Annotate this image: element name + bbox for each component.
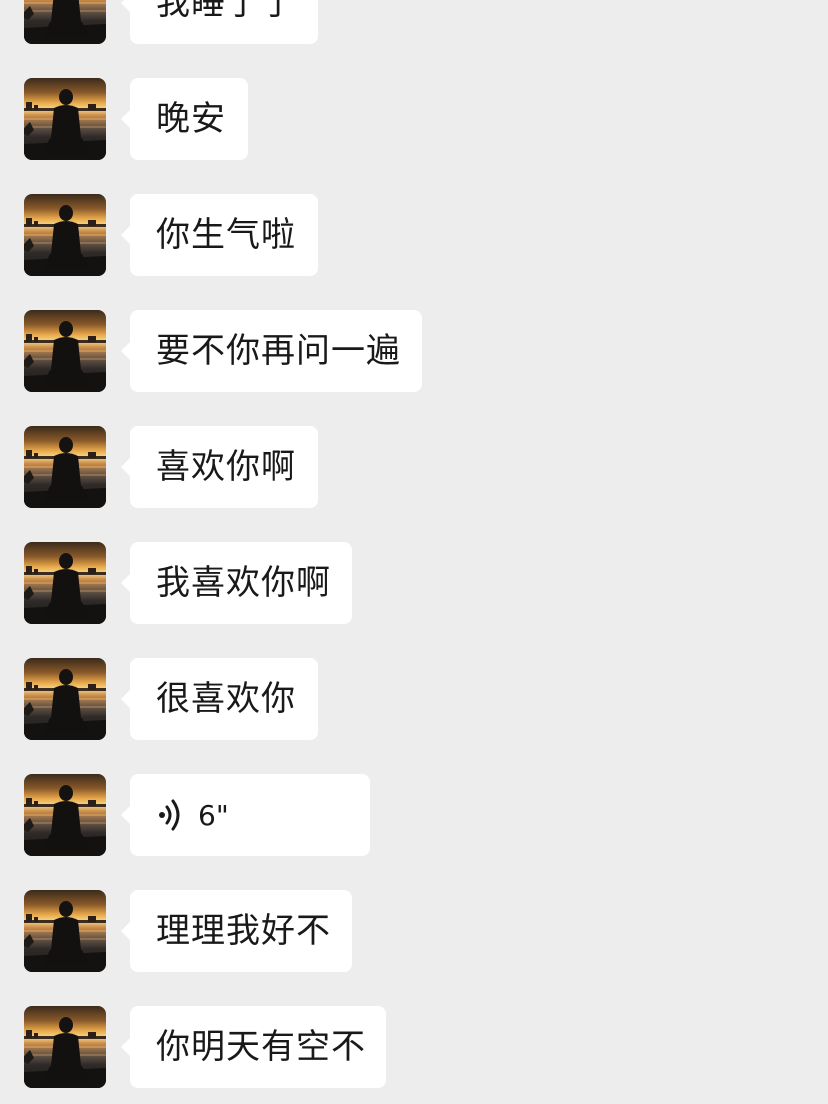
message-bubble[interactable]: 你明天有空不 <box>121 1006 386 1088</box>
avatar-image <box>24 194 106 276</box>
message-bubble[interactable]: 我睡了了 <box>121 0 318 44</box>
message-text: 我喜欢你啊 <box>156 563 331 603</box>
avatar-image <box>24 774 106 856</box>
voice-message-bubble[interactable]: 6" <box>121 774 370 856</box>
avatar-image <box>24 890 106 972</box>
message-bubble[interactable]: 晚安 <box>121 78 248 160</box>
message-bubble[interactable]: 我喜欢你啊 <box>121 542 352 624</box>
avatar-image <box>24 1006 106 1088</box>
avatar-image <box>24 78 106 160</box>
avatar[interactable] <box>24 1006 106 1088</box>
message-text: 你生气啦 <box>156 215 296 255</box>
message-bubble[interactable]: 理理我好不 <box>121 890 352 972</box>
message-text: 很喜欢你 <box>156 679 296 719</box>
message-text: 理理我好不 <box>156 911 331 951</box>
avatar[interactable] <box>24 0 106 44</box>
message-bubble[interactable]: 喜欢你啊 <box>121 426 318 508</box>
avatar[interactable] <box>24 890 106 972</box>
avatar[interactable] <box>24 78 106 160</box>
voice-duration: 6" <box>198 798 229 832</box>
message-bubble[interactable]: 你生气啦 <box>121 194 318 276</box>
avatar[interactable] <box>24 194 106 276</box>
avatar[interactable] <box>24 426 106 508</box>
avatar-image <box>24 310 106 392</box>
avatar[interactable] <box>24 774 106 856</box>
message-text: 要不你再问一遍 <box>156 331 401 371</box>
message-bubble[interactable]: 要不你再问一遍 <box>121 310 422 392</box>
avatar[interactable] <box>24 542 106 624</box>
avatar-image <box>24 0 106 44</box>
message-text: 晚安 <box>156 99 226 139</box>
message-text: 我睡了了 <box>156 0 296 23</box>
avatar-image <box>24 658 106 740</box>
avatar-image <box>24 426 106 508</box>
avatar[interactable] <box>24 310 106 392</box>
voice-wave-icon <box>156 798 184 832</box>
avatar[interactable] <box>24 658 106 740</box>
message-text: 喜欢你啊 <box>156 447 296 487</box>
message-bubble[interactable]: 很喜欢你 <box>121 658 318 740</box>
message-text: 你明天有空不 <box>156 1027 366 1067</box>
avatar-image <box>24 542 106 624</box>
